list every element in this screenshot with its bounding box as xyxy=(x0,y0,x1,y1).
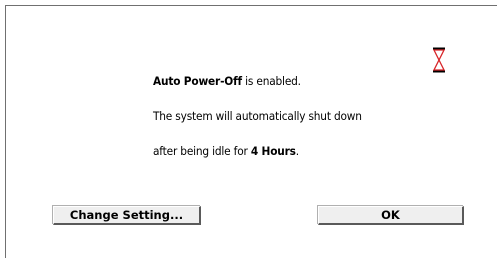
message-line-3-suffix: . xyxy=(295,144,299,158)
auto-power-off-dialog: Auto Power-Off is enabled. The system wi… xyxy=(5,5,497,258)
message-line-2: The system will automatically shut down xyxy=(153,109,362,123)
message-line-3-prefix: after being idle for xyxy=(153,144,251,158)
message-line-1: Auto Power-Off is enabled. xyxy=(153,74,301,88)
feature-name: Auto Power-Off xyxy=(153,74,242,88)
message-line-1-rest: is enabled. xyxy=(241,74,301,88)
hourglass-icon xyxy=(432,47,446,73)
message-line-3: after being idle for 4 Hours. xyxy=(153,144,299,158)
ok-button[interactable]: OK xyxy=(318,206,464,225)
change-setting-button[interactable]: Change Setting... xyxy=(53,206,201,225)
idle-duration: 4 Hours xyxy=(250,144,296,158)
